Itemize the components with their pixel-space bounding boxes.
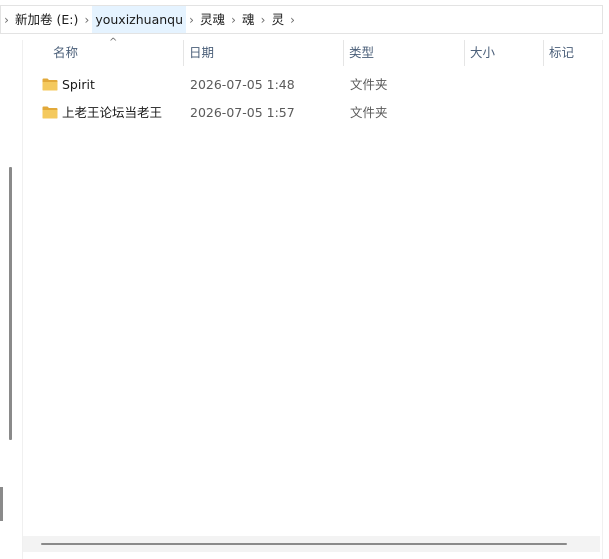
folder-icon bbox=[42, 78, 58, 91]
nav-pane-resize-handle[interactable] bbox=[0, 487, 3, 521]
file-name[interactable]: 上老王论坛当老王 bbox=[62, 102, 162, 124]
column-header-row: ^ 名称 日期 类型 大小 标记 bbox=[23, 38, 609, 68]
chevron-right-icon[interactable]: › bbox=[186, 13, 197, 27]
file-row[interactable]: Spirit 2026-07-05 1:48 文件夹 bbox=[36, 74, 596, 96]
column-header-type[interactable]: 类型 bbox=[343, 45, 374, 61]
file-type: 文件夹 bbox=[350, 77, 388, 92]
breadcrumb-item-youxizhuanqu[interactable]: youxizhuanqu bbox=[92, 6, 187, 33]
pane-edge bbox=[602, 40, 603, 559]
file-date: 2026-07-05 1:57 bbox=[190, 105, 295, 120]
sort-ascending-icon: ^ bbox=[109, 37, 118, 48]
column-header-name[interactable]: 名称 bbox=[47, 45, 78, 61]
breadcrumb: › 新加卷 (E:) › youxizhuanqu › 灵魂 › 魂 › 灵 › bbox=[0, 5, 603, 34]
folder-icon bbox=[42, 106, 58, 119]
breadcrumb-item-drive[interactable]: 新加卷 (E:) bbox=[12, 6, 81, 33]
chevron-right-icon[interactable]: › bbox=[228, 13, 239, 27]
file-name[interactable]: Spirit bbox=[62, 74, 95, 96]
file-explorer-window: › 新加卷 (E:) › youxizhuanqu › 灵魂 › 魂 › 灵 ›… bbox=[0, 0, 609, 559]
file-date: 2026-07-05 1:48 bbox=[190, 77, 295, 92]
nav-pane-scrollbar[interactable] bbox=[9, 167, 12, 440]
breadcrumb-item-linghun[interactable]: 灵魂 bbox=[197, 6, 228, 33]
horizontal-scrollbar[interactable] bbox=[23, 536, 600, 552]
file-row[interactable]: 上老王论坛当老王 2026-07-05 1:57 文件夹 bbox=[36, 102, 596, 124]
horizontal-scrollbar-thumb[interactable] bbox=[41, 543, 567, 545]
pane-divider bbox=[22, 40, 23, 559]
column-header-size[interactable]: 大小 bbox=[464, 45, 495, 61]
chevron-right-icon[interactable]: › bbox=[1, 13, 12, 27]
breadcrumb-item-ling[interactable]: 灵 bbox=[269, 6, 288, 33]
chevron-right-icon[interactable]: › bbox=[287, 13, 298, 27]
column-header-tags[interactable]: 标记 bbox=[543, 45, 574, 61]
chevron-right-icon[interactable]: › bbox=[258, 13, 269, 27]
file-type: 文件夹 bbox=[350, 105, 388, 120]
column-header-date[interactable]: 日期 bbox=[183, 45, 214, 61]
chevron-right-icon[interactable]: › bbox=[81, 13, 92, 27]
breadcrumb-item-hun[interactable]: 魂 bbox=[239, 6, 258, 33]
